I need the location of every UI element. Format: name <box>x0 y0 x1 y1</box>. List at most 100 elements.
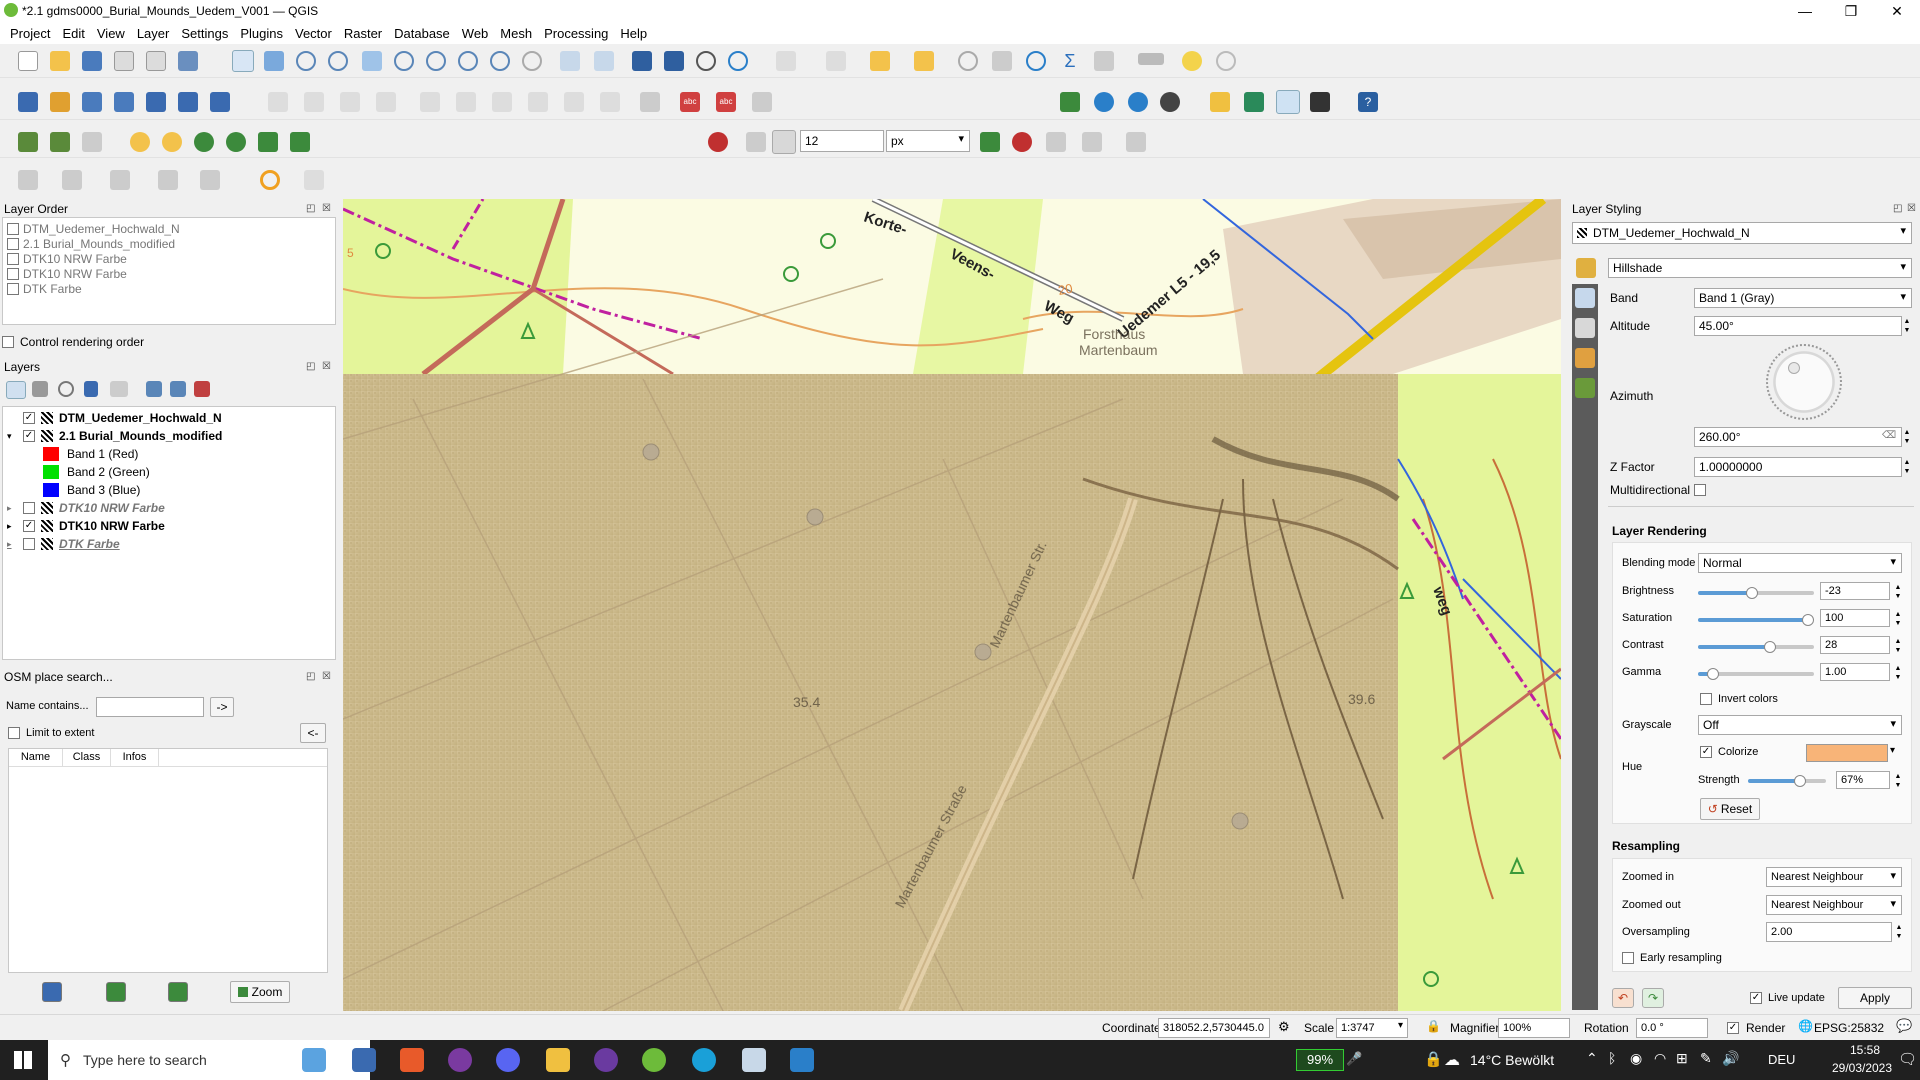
layer-order-close-button[interactable]: ☒ <box>322 203 331 214</box>
digitizing-tool-4-icon[interactable] <box>130 132 150 152</box>
gps-tool-icon[interactable] <box>260 170 280 190</box>
deselect-all-icon[interactable] <box>870 51 890 71</box>
altitude-input[interactable]: 45.00° <box>1694 316 1902 336</box>
new-project-icon[interactable] <box>18 51 38 71</box>
coordinate-toggle-icon[interactable]: ⚙ <box>1278 1019 1290 1035</box>
pan-to-selection-icon[interactable] <box>264 51 284 71</box>
menu-help[interactable]: Help <box>614 26 653 41</box>
osm-zoom-button[interactable]: Zoom <box>230 981 290 1003</box>
input-language[interactable]: DEU <box>1768 1052 1795 1067</box>
saturation-input[interactable]: 100 <box>1820 609 1890 627</box>
oversampling-spinner-icon[interactable]: ▲ ▼ <box>1893 923 1905 941</box>
invert-colors-checkbox[interactable] <box>1700 693 1712 705</box>
styling-layer-select[interactable]: DTM_Uedemer_Hochwald_N <box>1572 222 1912 244</box>
render-checkbox[interactable]: ✓ <box>1727 1022 1739 1034</box>
oversampling-input[interactable]: 2.00 <box>1766 922 1892 942</box>
plugin-tool-4-icon[interactable] <box>1160 92 1180 112</box>
open-attribute-table-icon[interactable] <box>992 51 1012 71</box>
strength-slider-knob[interactable] <box>1794 775 1806 787</box>
gamma-input[interactable]: 1.00 <box>1820 663 1890 681</box>
contrast-slider-knob[interactable] <box>1764 641 1776 653</box>
azimuth-spinner-icon[interactable]: ▲ ▼ <box>1901 428 1913 446</box>
grayscale-select[interactable]: Off <box>1698 715 1902 735</box>
transparency-tab-icon[interactable] <box>1575 318 1595 338</box>
snap-tolerance-input[interactable]: 12 <box>800 130 884 152</box>
digitizing-tool-5-icon[interactable] <box>162 132 182 152</box>
right-splitter[interactable] <box>1561 199 1569 1011</box>
layers-close-button[interactable]: ☒ <box>322 361 331 372</box>
plugin-tool-2-icon[interactable] <box>1094 92 1114 112</box>
redo-icon[interactable] <box>600 92 620 112</box>
statistical-summary-icon[interactable]: Σ <box>1060 51 1080 71</box>
layout-manager-icon[interactable] <box>146 51 166 71</box>
paste-features-icon[interactable] <box>528 92 548 112</box>
gamma-slider-knob[interactable] <box>1707 668 1719 680</box>
crs-button[interactable]: EPSG:25832 <box>1814 1021 1884 1035</box>
map-tips-icon[interactable] <box>1182 51 1202 71</box>
menu-database[interactable]: Database <box>388 26 456 41</box>
weather-text[interactable]: 14°C Bewölkt <box>1470 1052 1554 1068</box>
osm-name-input[interactable] <box>96 697 204 717</box>
azimuth-input[interactable]: 260.00° <box>1694 427 1902 447</box>
menu-settings[interactable]: Settings <box>175 26 234 41</box>
styling-close-button[interactable]: ☒ <box>1907 203 1916 214</box>
plugin-tool-1-icon[interactable] <box>1060 92 1080 112</box>
digitizing-tool-6-icon[interactable] <box>194 132 214 152</box>
osm-tool-3-icon[interactable] <box>168 982 188 1002</box>
layer-visibility-checkbox[interactable]: ✓ <box>23 520 35 532</box>
colorize-checkbox[interactable]: ✓ <box>1700 746 1712 758</box>
layer-order-checkbox[interactable] <box>7 283 19 295</box>
text-annotation-icon[interactable] <box>1216 51 1236 71</box>
magnifier-input[interactable]: 100% <box>1498 1018 1570 1038</box>
messages-icon[interactable]: 💬 <box>1896 1018 1912 1034</box>
show-bookmarks-icon[interactable] <box>664 51 684 71</box>
filter-legend-icon[interactable] <box>84 381 98 397</box>
wifi-icon[interactable]: ◠ <box>1654 1050 1666 1067</box>
add-raster-layer-icon[interactable] <box>146 92 166 112</box>
layer-item-dtk10-1[interactable]: ▸ DTK10 NRW Farbe <box>3 499 165 517</box>
left-splitter[interactable] <box>337 199 343 1011</box>
microphone-icon[interactable]: 🎤 <box>1346 1051 1362 1067</box>
live-update-checkbox[interactable]: ✓ <box>1750 992 1762 1004</box>
menu-processing[interactable]: Processing <box>538 26 614 41</box>
histogram-tab-icon[interactable] <box>1575 348 1595 368</box>
expand-arrow-icon[interactable]: ▾ <box>7 431 15 442</box>
menu-layer[interactable]: Layer <box>131 26 176 41</box>
layer-item-dtk-farbe[interactable]: ▸ DTK Farbe <box>3 535 120 553</box>
coordinate-input[interactable]: 318052.2,5730445.0 <box>1158 1018 1270 1038</box>
pin-labels-icon[interactable] <box>752 92 772 112</box>
layer-order-checkbox[interactable] <box>7 238 19 250</box>
brightness-input[interactable]: -23 <box>1820 582 1890 600</box>
expand-arrow-icon[interactable]: ▸ <box>7 521 15 532</box>
layers-float-button[interactable]: ◰ <box>306 361 315 372</box>
new-geopackage-layer-icon[interactable] <box>50 92 70 112</box>
bluetooth-icon[interactable]: ᛒ <box>1608 1050 1616 1066</box>
expand-arrow-icon[interactable]: ▸ <box>7 503 15 514</box>
digitizing-tool-9-icon[interactable] <box>290 132 310 152</box>
zoom-native-icon[interactable] <box>458 51 478 71</box>
layer-visibility-checkbox[interactable] <box>23 502 35 514</box>
undo-icon[interactable] <box>564 92 584 112</box>
add-wms-layer-icon[interactable] <box>178 92 198 112</box>
cut-features-icon[interactable] <box>456 92 476 112</box>
strength-input[interactable]: 67% <box>1836 771 1890 789</box>
lock-icon[interactable]: 🔒 <box>1424 1050 1443 1068</box>
digitizing-tool-7-icon[interactable] <box>226 132 246 152</box>
data-source-manager-icon[interactable] <box>18 92 38 112</box>
osm-back-button[interactable]: <- <box>300 723 326 743</box>
speaker-icon[interactable]: 🔊 <box>1722 1050 1739 1067</box>
style-dock-icon[interactable] <box>6 381 26 399</box>
zoomed-out-select[interactable]: Nearest Neighbour <box>1766 895 1902 915</box>
snap-unit-select[interactable]: px <box>886 130 970 152</box>
close-button[interactable]: ✕ <box>1874 0 1920 22</box>
zoom-full-icon[interactable] <box>362 51 382 71</box>
new-print-layout-icon[interactable] <box>114 51 134 71</box>
redo-style-icon[interactable]: ↷ <box>1642 988 1664 1008</box>
layer-item-burial-mounds[interactable]: ▾ ✓ 2.1 Burial_Mounds_modified <box>3 427 222 445</box>
brightness-slider-knob[interactable] <box>1746 587 1758 599</box>
digitizing-tool-2-icon[interactable] <box>50 132 70 152</box>
firefox-icon[interactable] <box>448 1048 472 1072</box>
filter-by-expression-icon[interactable] <box>110 381 128 397</box>
layer-order-checkbox[interactable] <box>7 268 19 280</box>
column-header-class[interactable]: Class <box>63 749 111 766</box>
